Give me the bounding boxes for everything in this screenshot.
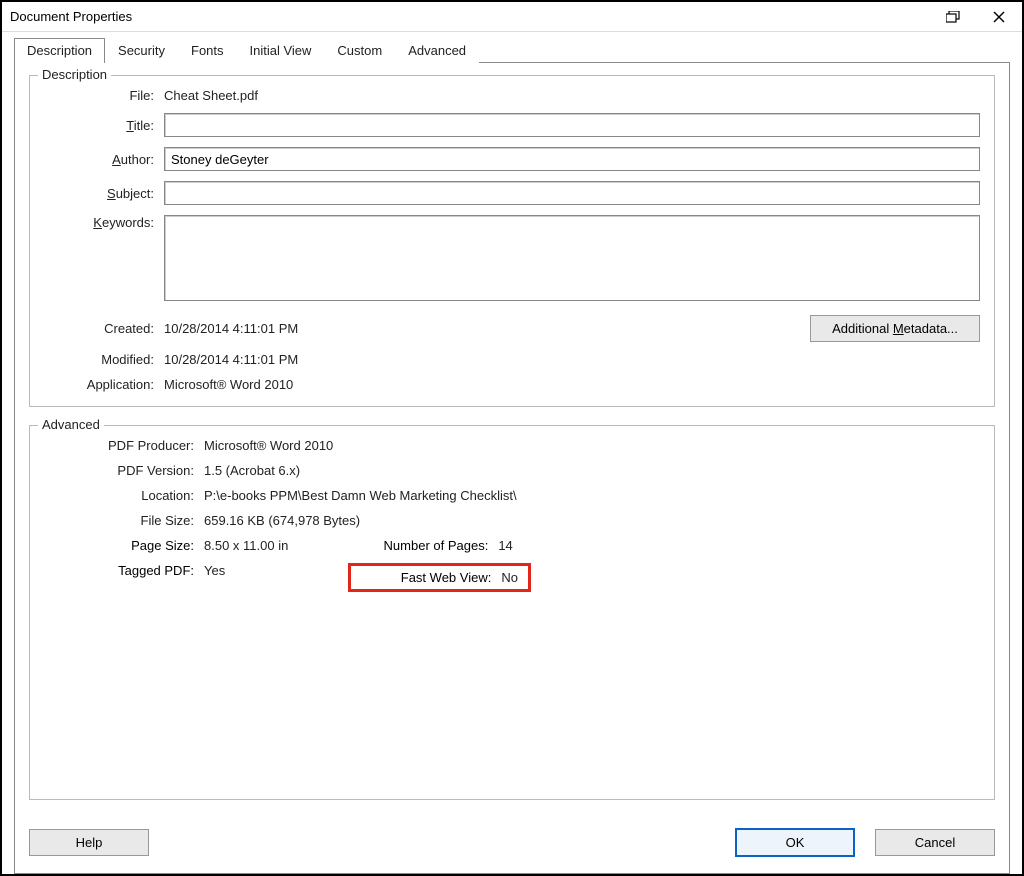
group-advanced: Advanced PDF Producer: Microsoft® Word 2… [29,425,995,800]
dialog-button-bar: Help OK Cancel [29,818,995,861]
tab-security[interactable]: Security [105,38,178,63]
pagesize-label: Page Size: [44,538,194,553]
producer-value: Microsoft® Word 2010 [204,438,333,453]
numpages-value: 14 [498,538,512,553]
author-label: Author: [44,152,154,167]
help-button[interactable]: Help [29,829,149,856]
application-label: Application: [44,377,154,392]
author-input[interactable] [164,147,980,171]
cancel-button[interactable]: Cancel [875,829,995,856]
created-value: 10/28/2014 4:11:01 PM [164,321,298,336]
group-description: Description File: Cheat Sheet.pdf Title:… [29,75,995,407]
keywords-label: Keywords: [44,215,154,230]
fastweb-label: Fast Web View: [361,570,491,585]
window-title: Document Properties [10,9,930,24]
modified-value: 10/28/2014 4:11:01 PM [164,352,298,367]
location-label: Location: [44,488,194,503]
pagesize-value: 8.50 x 11.00 in [204,538,288,553]
tab-initial-view[interactable]: Initial View [237,38,325,63]
created-label: Created: [44,321,154,336]
tab-custom[interactable]: Custom [324,38,395,63]
keywords-input[interactable] [164,215,980,301]
tab-fonts[interactable]: Fonts [178,38,237,63]
tab-description[interactable]: Description [14,38,105,63]
title-label: Title: [44,118,154,133]
filesize-value: 659.16 KB (674,978 Bytes) [204,513,360,528]
tab-panel-description: Description File: Cheat Sheet.pdf Title:… [14,62,1010,874]
application-value: Microsoft® Word 2010 [164,377,293,392]
group-description-legend: Description [38,67,111,82]
title-input[interactable] [164,113,980,137]
filesize-label: File Size: [44,513,194,528]
fast-web-view-highlight: Fast Web View: No [348,563,531,592]
dialog-body: Description Security Fonts Initial View … [2,32,1022,874]
adv-right-block: Number of Pages: 14 Fast Web View: No [348,538,531,592]
titlebar: Document Properties [2,2,1022,32]
subject-input[interactable] [164,181,980,205]
tagged-value: Yes [204,563,225,578]
tab-advanced[interactable]: Advanced [395,38,479,63]
fastweb-value: No [501,570,518,585]
ok-button[interactable]: OK [735,828,855,857]
window-controls [930,2,1022,31]
modified-label: Modified: [44,352,154,367]
file-label: File: [44,88,154,103]
file-value: Cheat Sheet.pdf [164,88,258,103]
version-value: 1.5 (Acrobat 6.x) [204,463,300,478]
tagged-label: Tagged PDF: [44,563,194,578]
adv-left-block: Page Size: 8.50 x 11.00 in Tagged PDF: Y… [44,538,288,592]
numpages-label: Number of Pages: [348,538,488,553]
location-value: P:\e-books PPM\Best Damn Web Marketing C… [204,488,517,503]
version-label: PDF Version: [44,463,194,478]
producer-label: PDF Producer: [44,438,194,453]
subject-label: Subject: [44,186,154,201]
group-advanced-legend: Advanced [38,417,104,432]
restore-icon[interactable] [930,2,976,31]
tab-strip: Description Security Fonts Initial View … [14,38,1010,63]
close-icon[interactable] [976,2,1022,31]
additional-metadata-button[interactable]: Additional Metadata... [810,315,980,342]
